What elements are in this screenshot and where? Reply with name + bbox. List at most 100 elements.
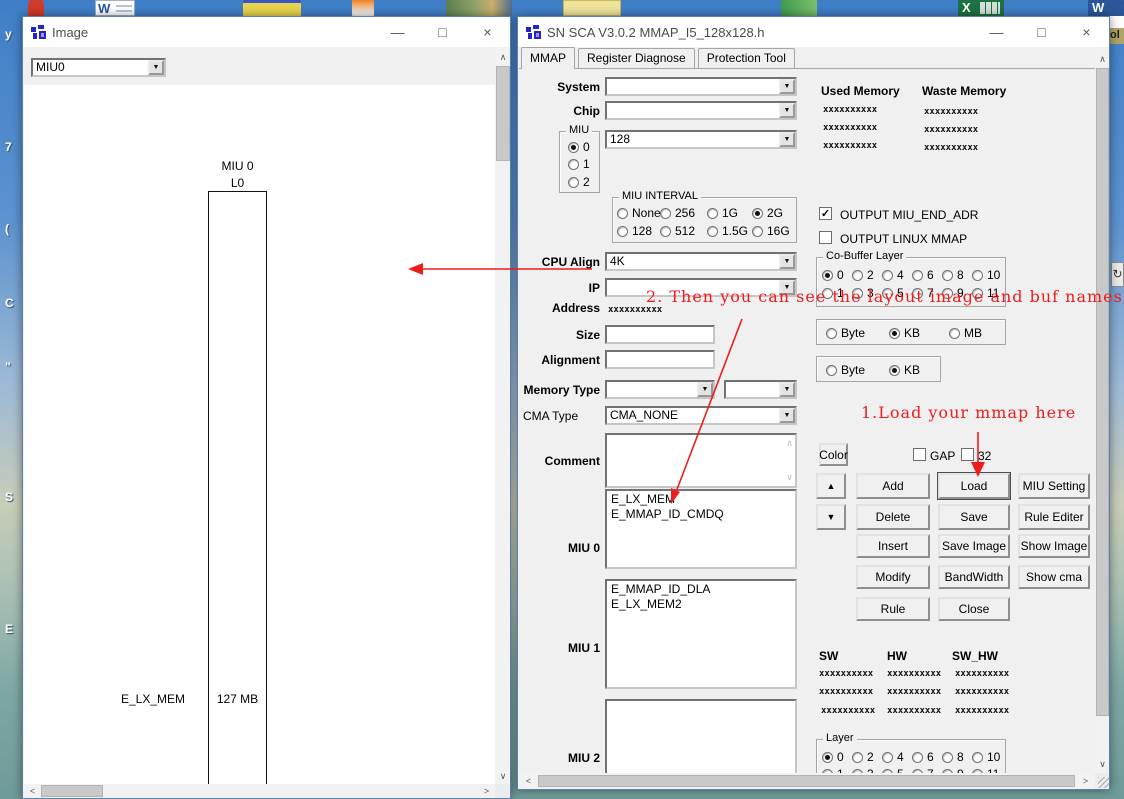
scroll-up-icon[interactable]: ∧ <box>495 49 511 65</box>
radio-unit1-kb[interactable]: KB <box>889 326 920 340</box>
radio-cobuffer-0[interactable]: 0 <box>822 268 844 282</box>
maximize-icon[interactable]: □ <box>420 17 465 47</box>
output-linux-mmap-checkbox[interactable] <box>819 231 832 244</box>
close-icon[interactable]: × <box>1064 17 1109 47</box>
save-image-button[interactable]: Save Image <box>938 534 1010 558</box>
radio-interval-none[interactable]: None <box>617 206 661 220</box>
radio-miu-2[interactable]: 2 <box>568 175 590 189</box>
dropdown-arrow-icon[interactable]: ▼ <box>779 382 795 397</box>
radio-unit1-mb[interactable]: MB <box>949 326 982 340</box>
dropdown-arrow-icon[interactable]: ▼ <box>697 382 713 397</box>
maximize-icon[interactable]: □ <box>1019 17 1064 47</box>
rule-editer-button[interactable]: Rule Editer <box>1018 504 1090 530</box>
list-item[interactable]: E_MMAP_ID_CMDQ <box>611 507 791 522</box>
rule-button[interactable]: Rule <box>856 597 930 621</box>
modify-button[interactable]: Modify <box>856 565 930 589</box>
cpu-align-combo[interactable]: 4K ▼ <box>605 252 797 271</box>
radio-cobuffer-10[interactable]: 10 <box>972 268 1000 282</box>
move-down-button[interactable]: ▼ <box>816 504 846 530</box>
scroll-right-icon[interactable]: > <box>479 784 494 798</box>
miu1-listbox[interactable]: E_MMAP_ID_DLA E_LX_MEM2 <box>605 579 797 689</box>
sca-window-titlebar[interactable]: SN SCA V3.0.2 MMAP_I5_128x128.h — □ × <box>518 17 1109 47</box>
scroll-left-icon[interactable]: < <box>25 784 40 798</box>
radio-cobuffer-8[interactable]: 8 <box>942 268 964 282</box>
show-image-button[interactable]: Show Image <box>1018 534 1090 558</box>
radio-cobuffer-4[interactable]: 4 <box>882 268 904 282</box>
desktop-icon-word-doc[interactable]: W <box>95 0 135 16</box>
move-up-button[interactable]: ▲ <box>816 473 846 499</box>
miu-setting-button[interactable]: MIU Setting <box>1018 473 1090 499</box>
radio-layer-4[interactable]: 4 <box>882 750 904 764</box>
desktop-icon-word2[interactable]: W <box>1088 0 1124 16</box>
radio-miu-1[interactable]: 1 <box>568 157 590 171</box>
dropdown-arrow-icon[interactable]: ▼ <box>779 79 795 94</box>
list-item[interactable]: E_LX_MEM2 <box>611 597 791 612</box>
radio-unit2-kb[interactable]: KB <box>889 363 920 377</box>
radio-interval-512[interactable]: 512 <box>660 224 695 238</box>
radio-interval-1-5g[interactable]: 1.5G <box>707 224 748 238</box>
sca-vscroll-thumb[interactable] <box>1096 68 1109 716</box>
radio-unit2-byte[interactable]: Byte <box>826 363 865 377</box>
scroll-down-icon[interactable]: ∨ <box>495 768 511 784</box>
tab-register-diagnose[interactable]: Register Diagnose <box>578 48 695 68</box>
cma-type-combo[interactable]: CMA_NONE ▼ <box>605 406 797 425</box>
radio-interval-2g[interactable]: 2G <box>752 206 783 220</box>
memory-size-combo[interactable]: 128 ▼ <box>605 130 797 149</box>
dropdown-arrow-icon[interactable]: ▼ <box>779 132 795 147</box>
tab-mmap[interactable]: MMAP <box>521 47 575 69</box>
image-vscroll-thumb[interactable] <box>496 66 510 161</box>
close-icon[interactable]: × <box>465 17 510 47</box>
32-checkbox[interactable] <box>961 448 974 461</box>
bandwidth-button[interactable]: BandWidth <box>938 565 1010 589</box>
list-item[interactable]: E_LX_MEM <box>611 492 791 507</box>
dropdown-arrow-icon[interactable]: ▼ <box>779 103 795 118</box>
radio-layer-2[interactable]: 2 <box>852 750 874 764</box>
size-input[interactable] <box>605 325 715 344</box>
list-item[interactable]: E_MMAP_ID_DLA <box>611 582 791 597</box>
tab-protection-tool[interactable]: Protection Tool <box>698 48 795 68</box>
alignment-input[interactable] <box>605 350 715 369</box>
desktop-icon-game[interactable] <box>446 0 512 16</box>
scroll-down-icon[interactable]: ∨ <box>786 470 793 485</box>
resize-grip[interactable] <box>1098 777 1109 788</box>
load-button[interactable]: Load <box>938 473 1010 499</box>
radio-layer-8[interactable]: 8 <box>942 750 964 764</box>
minimize-icon[interactable]: — <box>375 17 420 47</box>
insert-button[interactable]: Insert <box>856 534 930 558</box>
miu2-listbox[interactable] <box>605 699 797 775</box>
radio-layer-10[interactable]: 10 <box>972 750 1000 764</box>
dropdown-arrow-icon[interactable]: ▼ <box>148 60 164 75</box>
chip-combo[interactable]: ▼ <box>605 101 797 120</box>
comment-textarea[interactable]: ∧ ∨ <box>605 433 797 488</box>
minimize-icon[interactable]: — <box>974 17 1019 47</box>
show-cma-button[interactable]: Show cma <box>1018 565 1090 589</box>
desktop-icon-reader[interactable] <box>28 0 44 16</box>
radio-interval-16g[interactable]: 16G <box>752 224 790 238</box>
memory-type-combo1[interactable]: ▼ <box>605 380 715 399</box>
scroll-up-icon[interactable]: ∧ <box>786 436 793 451</box>
miu-select-combo[interactable]: MIU0 ▼ <box>31 58 166 77</box>
output-miu-end-adr-checkbox[interactable]: ✓ <box>819 207 832 220</box>
dropdown-arrow-icon[interactable]: ▼ <box>779 254 795 269</box>
radio-interval-128[interactable]: 128 <box>617 224 652 238</box>
radio-interval-256[interactable]: 256 <box>660 206 695 220</box>
radio-cobuffer-6[interactable]: 6 <box>912 268 934 282</box>
sca-hscroll-thumb[interactable] <box>538 775 1075 787</box>
system-combo[interactable]: ▼ <box>605 77 797 96</box>
desktop-icon-mail[interactable] <box>563 0 621 16</box>
miu0-listbox[interactable]: E_LX_MEM E_MMAP_ID_CMDQ <box>605 489 797 569</box>
desktop-icon-folder[interactable] <box>243 0 301 16</box>
radio-layer-0[interactable]: 0 <box>822 750 844 764</box>
scroll-right-icon[interactable]: > <box>1078 774 1093 788</box>
add-button[interactable]: Add <box>856 473 930 499</box>
color-button[interactable]: Color <box>819 443 848 466</box>
radio-miu-0[interactable]: 0 <box>568 140 590 154</box>
scroll-up-icon[interactable]: ∧ <box>1095 51 1110 67</box>
desktop-icon-plant[interactable] <box>781 0 817 16</box>
gap-checkbox[interactable] <box>913 448 926 461</box>
refresh-icon[interactable]: ↻ <box>1111 262 1124 287</box>
memory-type-combo2[interactable]: ▼ <box>724 380 797 399</box>
image-window-titlebar[interactable]: Image — □ × <box>23 17 510 47</box>
save-button[interactable]: Save <box>938 504 1010 530</box>
scroll-left-icon[interactable]: < <box>521 774 536 788</box>
